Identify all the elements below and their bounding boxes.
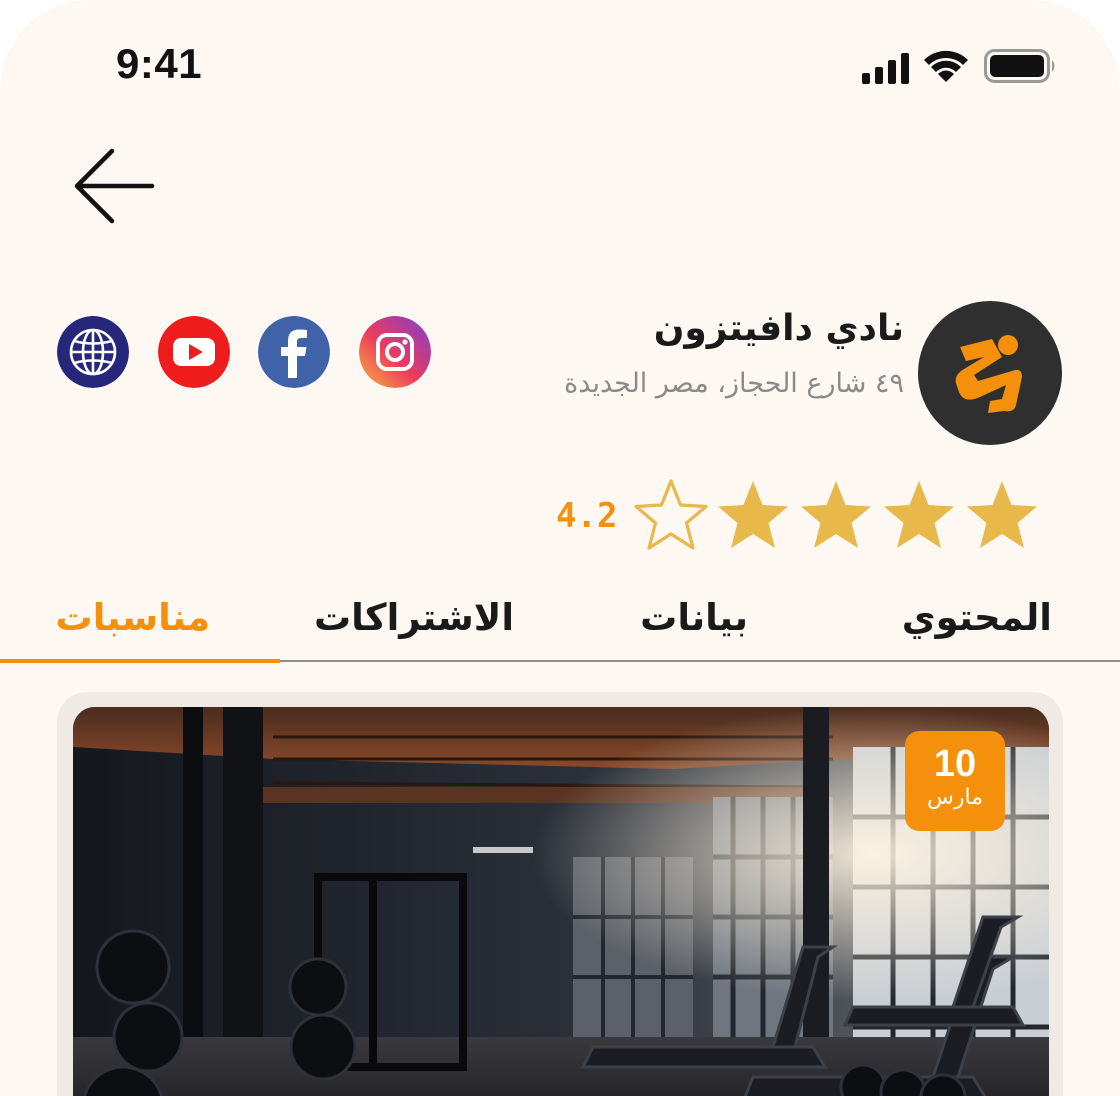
tab-content[interactable]: المحتوي	[902, 596, 1052, 656]
youtube-link[interactable]	[158, 316, 230, 388]
signal-icon	[862, 53, 909, 84]
arrow-left-icon	[74, 148, 155, 224]
tab-events[interactable]: مناسبات	[56, 596, 210, 656]
star-filled-icon	[967, 481, 1037, 548]
runner-logo-icon	[955, 335, 1022, 413]
club-address: ٤٩ شارع الحجاز، مصر الجديدة	[564, 368, 904, 399]
rating-stars	[632, 476, 1044, 554]
tab-subscriptions[interactable]: الاشتراكات	[314, 596, 514, 656]
status-icons	[858, 46, 1058, 86]
back-button[interactable]	[72, 146, 158, 226]
club-logo	[918, 301, 1062, 445]
star-outline-icon	[634, 479, 708, 550]
tab-details[interactable]: بيانات	[640, 596, 748, 656]
screen: 9:41 نادي دافيتزون ٤٩ شارع الحجاز، مصر ا…	[0, 0, 1120, 1096]
star-filled-icon	[884, 481, 954, 548]
event-date-badge: 10 مارس	[905, 731, 1005, 831]
event-image[interactable]	[73, 707, 1049, 1096]
instagram-link[interactable]	[359, 316, 431, 388]
youtube-icon	[158, 316, 230, 388]
status-time: 9:41	[116, 40, 203, 87]
star-filled-icon	[718, 481, 788, 548]
rating-value: 4.2	[556, 496, 618, 536]
globe-icon	[57, 316, 129, 388]
facebook-link[interactable]	[258, 316, 330, 388]
event-date-month: مارس	[927, 785, 983, 810]
website-link[interactable]	[57, 316, 129, 388]
gym-photo	[73, 707, 1049, 1096]
star-filled-icon	[801, 481, 871, 548]
facebook-icon	[258, 316, 330, 388]
battery-icon	[984, 49, 1055, 83]
wifi-icon	[924, 50, 968, 82]
event-date-day: 10	[933, 743, 977, 785]
club-name: نادي دافيتزون	[653, 308, 904, 349]
active-tab-indicator	[0, 659, 280, 663]
instagram-icon	[359, 316, 431, 388]
